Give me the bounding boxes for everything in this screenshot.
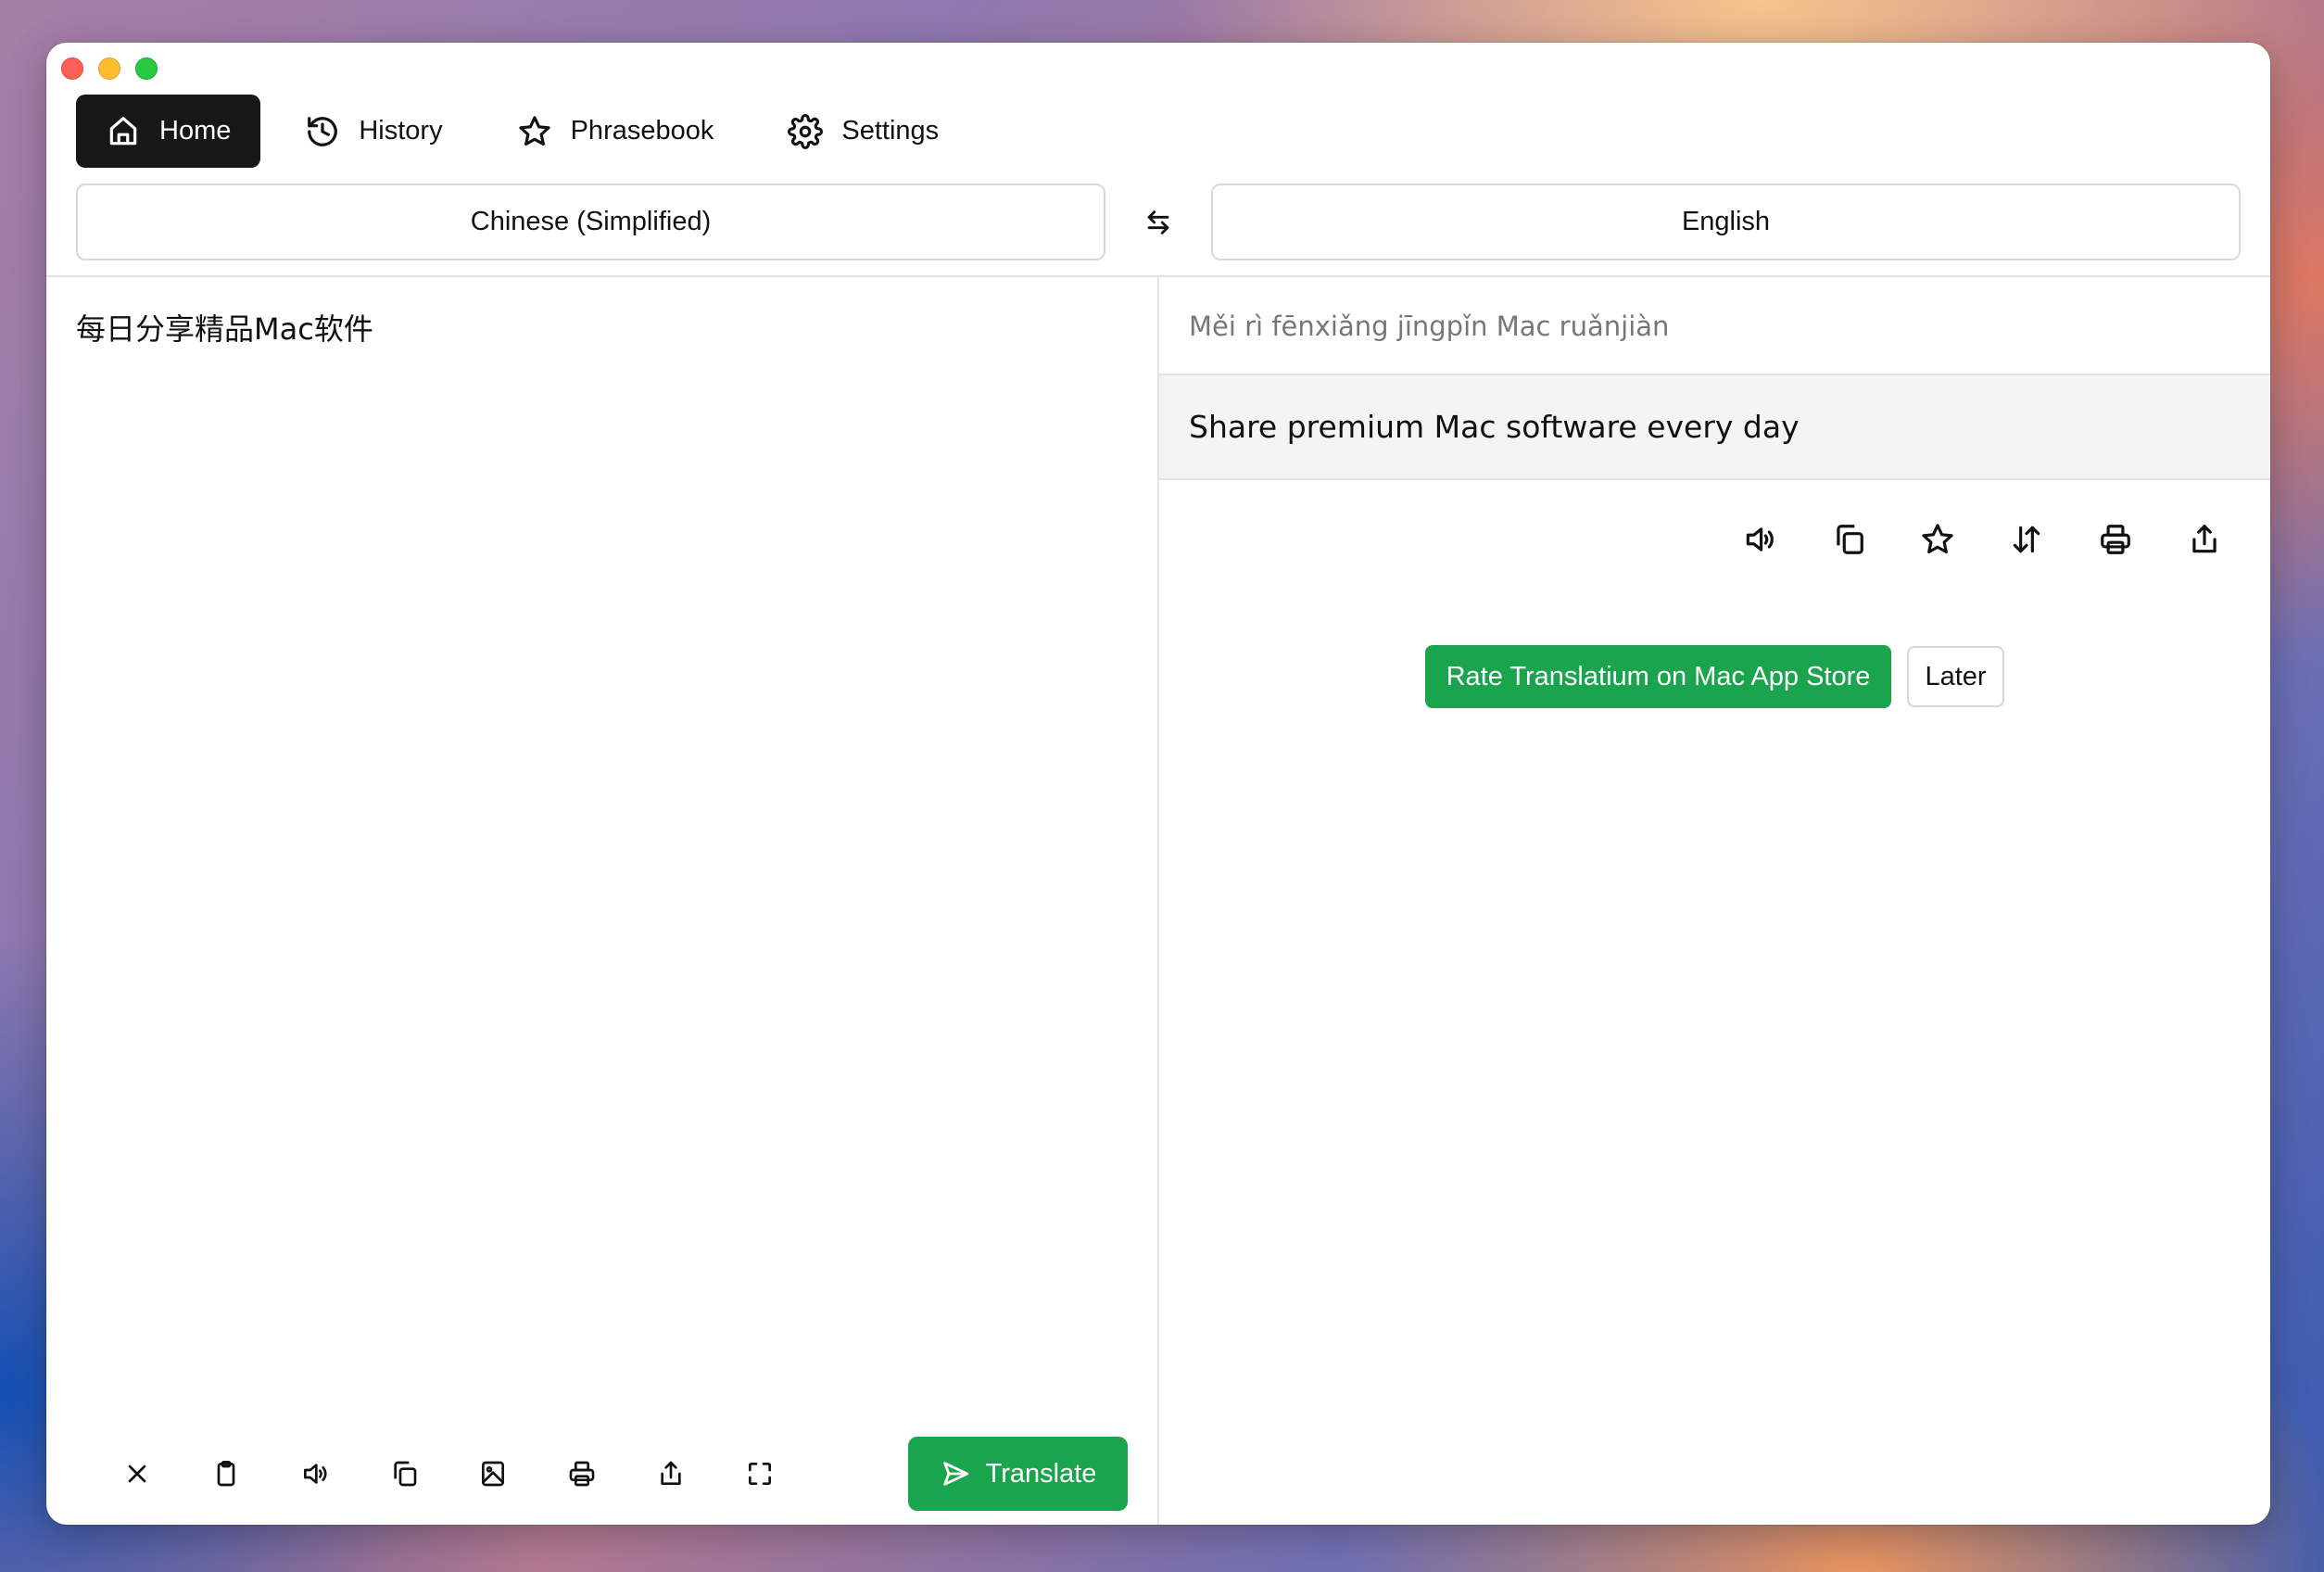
gear-icon bbox=[788, 113, 824, 149]
share-source-button[interactable] bbox=[626, 1452, 715, 1496]
home-icon bbox=[109, 116, 137, 145]
window-controls bbox=[61, 57, 158, 80]
nav-phrasebook-label: Phrasebook bbox=[570, 116, 714, 146]
app-window: Home History Phrasebook Settings Chinese… bbox=[46, 43, 2270, 1525]
later-button[interactable]: Later bbox=[1907, 646, 2004, 707]
source-language-button[interactable]: Chinese (Simplified) bbox=[76, 184, 1105, 260]
print-source-button[interactable] bbox=[537, 1452, 626, 1496]
share-icon bbox=[2192, 525, 2217, 553]
clipboard-icon bbox=[217, 1461, 235, 1487]
printer-icon bbox=[569, 1461, 595, 1487]
language-selector-row: Chinese (Simplified) English bbox=[76, 184, 2241, 260]
clear-button[interactable] bbox=[93, 1452, 182, 1496]
share-result-button[interactable] bbox=[2160, 512, 2249, 567]
nav-home[interactable]: Home bbox=[76, 95, 261, 168]
translation-output: Share premium Mac software every day bbox=[1159, 374, 2270, 480]
rate-app-button[interactable]: Rate Translatium on Mac App Store bbox=[1425, 645, 1891, 708]
maximize-window-button[interactable] bbox=[135, 57, 158, 80]
paste-button[interactable] bbox=[182, 1452, 271, 1496]
expand-icon bbox=[749, 1463, 771, 1485]
nav-settings-label: Settings bbox=[841, 116, 940, 146]
main-nav: Home History Phrasebook Settings bbox=[76, 95, 968, 168]
history-icon bbox=[308, 116, 338, 146]
speak-result-button[interactable] bbox=[1715, 512, 1804, 567]
speak-source-button[interactable] bbox=[271, 1452, 360, 1496]
send-icon bbox=[942, 1462, 968, 1486]
minimize-window-button[interactable] bbox=[98, 57, 120, 80]
swap-languages-button[interactable] bbox=[1118, 196, 1198, 248]
fullscreen-button[interactable] bbox=[715, 1452, 804, 1496]
copy-icon bbox=[1837, 525, 1863, 554]
nav-history[interactable]: History bbox=[275, 95, 472, 168]
copy-icon bbox=[394, 1461, 417, 1487]
result-toolbar bbox=[1715, 512, 2249, 567]
translate-button[interactable]: Translate bbox=[908, 1437, 1128, 1511]
target-language-button[interactable]: English bbox=[1211, 184, 2241, 260]
nav-history-label: History bbox=[359, 116, 443, 146]
swap-result-button[interactable] bbox=[1982, 512, 2071, 567]
share-icon bbox=[661, 1461, 681, 1485]
close-window-button[interactable] bbox=[61, 57, 83, 80]
source-toolbar bbox=[93, 1452, 804, 1496]
image-button[interactable] bbox=[448, 1452, 537, 1496]
printer-icon bbox=[2101, 525, 2130, 554]
image-icon bbox=[482, 1461, 504, 1487]
nav-settings[interactable]: Settings bbox=[758, 95, 968, 168]
swap-arrows-icon bbox=[1147, 210, 1169, 235]
nav-phrasebook[interactable]: Phrasebook bbox=[487, 95, 744, 168]
copy-source-button[interactable] bbox=[360, 1452, 448, 1496]
nav-home-label: Home bbox=[159, 116, 232, 146]
pinyin-text: Měi rì fēnxiǎng jīngpǐn Mac ruǎnjiàn bbox=[1189, 311, 1670, 342]
translate-button-label: Translate bbox=[985, 1458, 1097, 1489]
sort-arrows-icon bbox=[2013, 526, 2040, 553]
rating-prompt: Rate Translatium on Mac App Store Later bbox=[1425, 645, 2004, 708]
copy-result-button[interactable] bbox=[1804, 512, 1893, 567]
print-result-button[interactable] bbox=[2071, 512, 2160, 567]
star-icon bbox=[1922, 524, 1953, 554]
favorite-button[interactable] bbox=[1893, 512, 1982, 567]
speaker-icon bbox=[1746, 527, 1774, 551]
close-icon bbox=[128, 1464, 146, 1483]
speaker-icon bbox=[304, 1464, 327, 1484]
source-text-input[interactable]: 每日分享精品Mac软件 bbox=[76, 306, 1114, 349]
star-icon bbox=[518, 115, 550, 146]
